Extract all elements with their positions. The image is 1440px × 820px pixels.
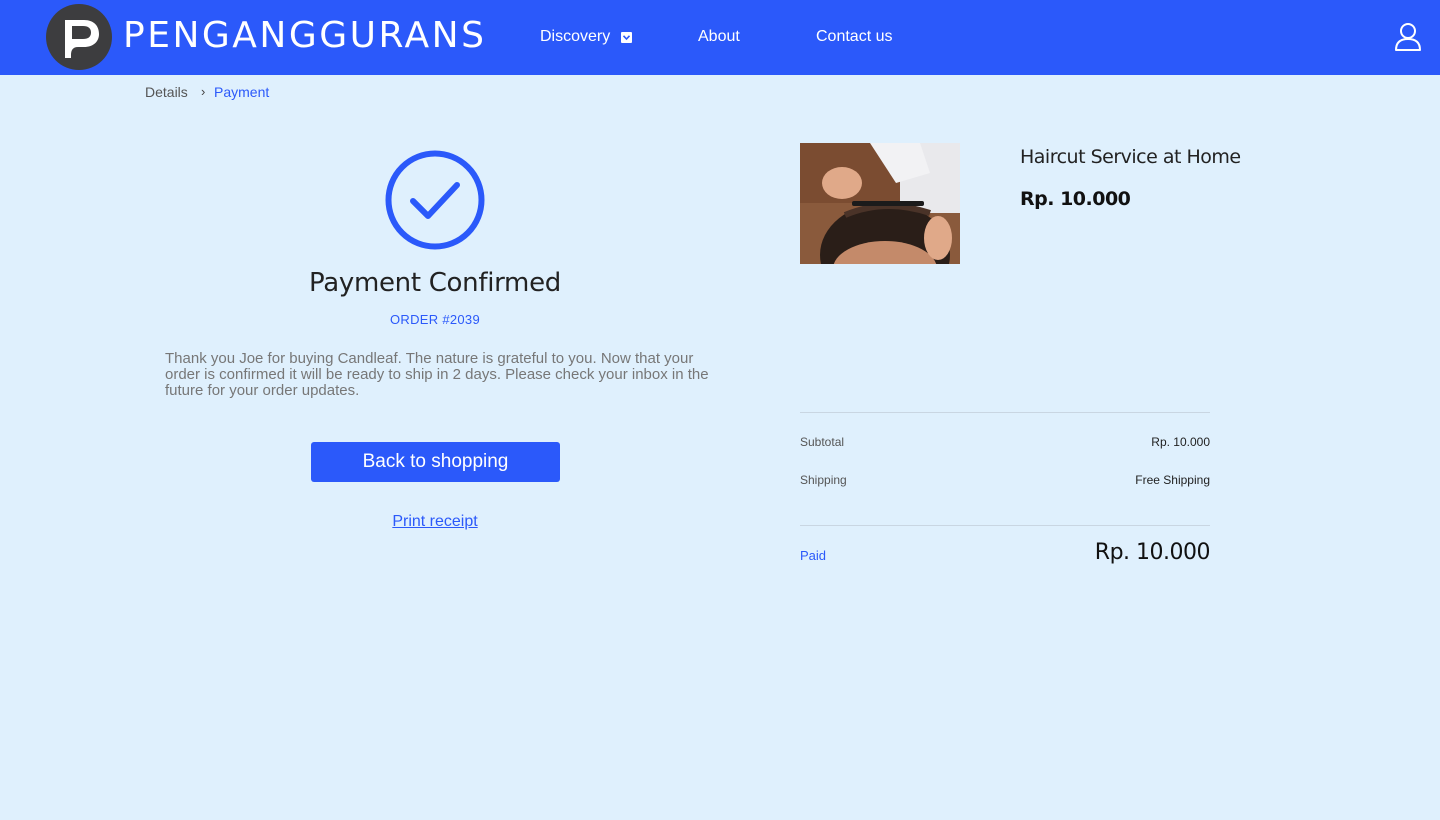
shipping-label: Shipping: [800, 473, 847, 487]
summary-divider: [800, 525, 1210, 526]
thank-you-message: Thank you Joe for buying Candleaf. The n…: [165, 350, 709, 399]
top-navbar: PENGANGGURANS Discovery About Contact us: [0, 0, 1440, 75]
product-name: Haircut Service at Home: [1020, 146, 1241, 168]
chevron-right-icon: ›: [201, 84, 206, 99]
nav-about[interactable]: About: [698, 26, 740, 48]
brand-name[interactable]: PENGANGGURANS: [123, 14, 486, 58]
print-receipt-link[interactable]: Print receipt: [335, 513, 535, 531]
subtotal-label: Subtotal: [800, 435, 845, 449]
shipping-value: Free Shipping: [1135, 473, 1210, 487]
user-icon[interactable]: [1392, 22, 1424, 52]
breadcrumb-details[interactable]: Details: [145, 82, 188, 102]
back-to-shopping-button[interactable]: Back to shopping: [311, 442, 560, 482]
summary-divider: [800, 412, 1210, 413]
subtotal-value: Rp. 10.000: [1151, 435, 1210, 449]
paid-value: Rp. 10.000: [1094, 540, 1211, 565]
order-number: ORDER #2039: [389, 312, 480, 327]
product-image: [800, 143, 960, 264]
check-circle-icon: [385, 150, 485, 250]
breadcrumb-payment[interactable]: Payment: [214, 82, 269, 102]
nav-discovery[interactable]: Discovery: [540, 26, 610, 48]
chevron-down-icon[interactable]: [621, 32, 632, 43]
page-title: Payment Confirmed: [309, 268, 561, 298]
product-price: Rp. 10.000: [1020, 188, 1131, 210]
paid-label: Paid: [800, 548, 827, 563]
logo-icon[interactable]: [46, 4, 112, 70]
nav-contact-us[interactable]: Contact us: [816, 26, 892, 48]
